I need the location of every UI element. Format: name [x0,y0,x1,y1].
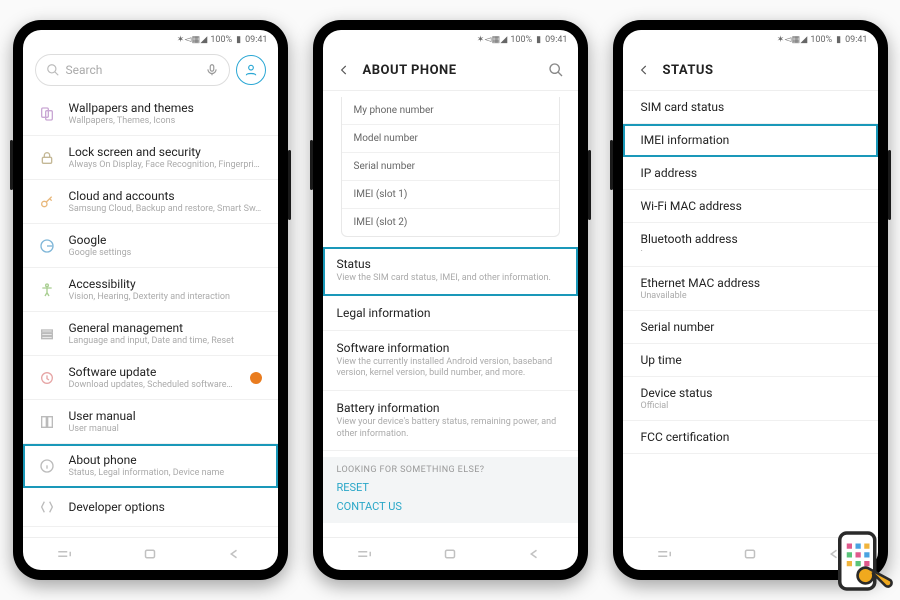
battery-label: 100% [510,35,532,45]
looking-label: LOOKING FOR SOMETHING ELSE? [337,465,564,475]
recent-button[interactable] [656,547,674,561]
row-general[interactable]: General managementLanguage and input, Da… [23,312,278,356]
row-bt-addr[interactable]: Bluetooth address· [623,223,878,267]
nav-bar [23,537,278,570]
row-wifi-mac[interactable]: Wi-Fi MAC address [623,190,878,223]
stage: ✶ ◅ ▦ ◢ 100% ▮ 09:41 Search Wallpapers [0,0,900,600]
row-eth-mac[interactable]: Ethernet MAC addressUnavailable [623,267,878,311]
info-icon [37,456,57,476]
row-serial[interactable]: Serial number [623,311,878,344]
page-title: STATUS [663,63,714,78]
watermark-logo [822,526,896,596]
recent-button[interactable] [356,547,374,561]
battery-label: 100% [810,35,832,45]
settings-list[interactable]: Wallpapers and themesWallpapers, Themes,… [23,92,278,537]
google-icon [37,236,57,256]
key-icon [37,192,57,212]
looking-box: LOOKING FOR SOMETHING ELSE? RESET CONTAC… [323,457,578,523]
status-list[interactable]: SIM card status IMEI information IP addr… [623,91,878,537]
screen: ✶ ◅ ▦ ◢ 100% ▮ 09:41 ABOUT PHONE My phon… [323,30,578,570]
back-icon[interactable] [637,63,651,77]
spec-serial[interactable]: Serial number [342,153,559,181]
home-button[interactable] [141,547,159,561]
status-bar: ✶ ◅ ▦ ◢ 100% ▮ 09:41 [23,30,278,50]
row-cloud[interactable]: Cloud and accountsSamsung Cloud, Backup … [23,180,278,224]
spec-imei2[interactable]: IMEI (slot 2) [342,209,559,236]
back-button[interactable] [226,547,244,561]
status-bar: ✶ ◅ ▦ ◢ 100% ▮ 09:41 [623,30,878,50]
spec-imei1[interactable]: IMEI (slot 1) [342,181,559,209]
home-button[interactable] [441,547,459,561]
update-badge [250,372,262,384]
signal-icon: ✶ ◅ ▦ ◢ [177,35,207,45]
phone-about: ✶ ◅ ▦ ◢ 100% ▮ 09:41 ABOUT PHONE My phon… [313,20,588,580]
row-legal[interactable]: Legal information [323,296,578,331]
clock: 09:41 [845,35,867,45]
row-ip[interactable]: IP address [623,157,878,190]
spec-card: My phone number Model number Serial numb… [341,97,560,237]
link-reset[interactable]: RESET [337,481,564,494]
settings-icon [37,324,57,344]
search-icon [46,63,60,77]
row-about-phone[interactable]: About phoneStatus, Legal information, De… [23,444,278,488]
back-button[interactable] [526,547,544,561]
row-accessibility[interactable]: AccessibilityVision, Hearing, Dexterity … [23,268,278,312]
signal-icon: ✶ ◅ ▦ ◢ [777,35,807,45]
lock-icon [37,148,57,168]
phone-settings: ✶ ◅ ▦ ◢ 100% ▮ 09:41 Search Wallpapers [13,20,288,580]
row-battery-info[interactable]: Battery information View your device's b… [323,391,578,451]
about-content[interactable]: My phone number Model number Serial numb… [323,91,578,537]
row-software-update[interactable]: Software updateDownload updates, Schedul… [23,356,278,400]
developer-icon [37,497,57,517]
row-wallpapers[interactable]: Wallpapers and themesWallpapers, Themes,… [23,92,278,136]
header: STATUS [623,50,878,91]
clock: 09:41 [545,35,567,45]
search-icon[interactable] [548,62,564,78]
link-contact[interactable]: CONTACT US [337,500,564,513]
nav-bar [323,537,578,570]
mic-icon[interactable] [205,63,219,77]
accessibility-icon [37,280,57,300]
wallpaper-icon [37,104,57,124]
search-row: Search [23,50,278,92]
header: ABOUT PHONE [323,50,578,91]
profile-button[interactable] [236,55,266,85]
row-fcc[interactable]: FCC certification [623,421,878,454]
battery-icon: ▮ [536,35,541,45]
row-imei-info[interactable]: IMEI information [623,124,878,157]
row-google[interactable]: GoogleGoogle settings [23,224,278,268]
update-icon [37,368,57,388]
row-lockscreen[interactable]: Lock screen and securityAlways On Displa… [23,136,278,180]
row-uptime[interactable]: Up time [623,344,878,377]
row-status[interactable]: Status View the SIM card status, IMEI, a… [323,247,578,296]
phone-status: ✶ ◅ ▦ ◢ 100% ▮ 09:41 STATUS SIM card sta… [613,20,888,580]
back-icon[interactable] [337,63,351,77]
page-title: ABOUT PHONE [363,63,457,78]
status-bar: ✶ ◅ ▦ ◢ 100% ▮ 09:41 [323,30,578,50]
search-placeholder: Search [66,63,103,77]
spec-my-number[interactable]: My phone number [342,97,559,125]
battery-icon: ▮ [836,35,841,45]
clock: 09:41 [245,35,267,45]
person-icon [244,63,258,77]
spec-model[interactable]: Model number [342,125,559,153]
battery-icon: ▮ [236,35,241,45]
row-user-manual[interactable]: User manualUser manual [23,400,278,444]
search-input[interactable]: Search [35,54,230,86]
row-device-status[interactable]: Device statusOfficial [623,377,878,421]
recent-button[interactable] [56,547,74,561]
book-icon [37,412,57,432]
screen: ✶ ◅ ▦ ◢ 100% ▮ 09:41 STATUS SIM card sta… [623,30,878,570]
screen: ✶ ◅ ▦ ◢ 100% ▮ 09:41 Search Wallpapers [23,30,278,570]
signal-icon: ✶ ◅ ▦ ◢ [477,35,507,45]
row-sim-status[interactable]: SIM card status [623,91,878,124]
row-software-info[interactable]: Software information View the currently … [323,331,578,391]
row-developer-options[interactable]: Developer options [23,488,278,527]
home-button[interactable] [741,547,759,561]
battery-label: 100% [210,35,232,45]
